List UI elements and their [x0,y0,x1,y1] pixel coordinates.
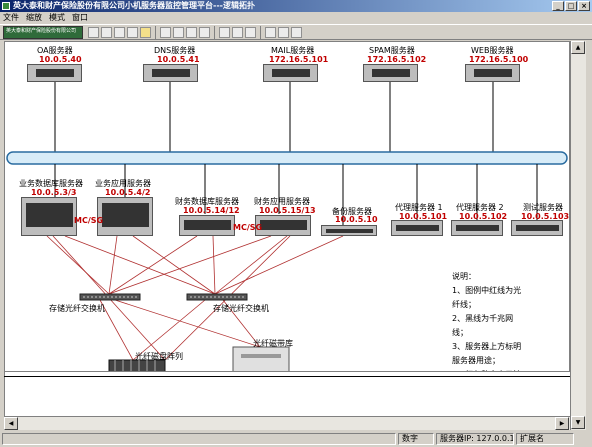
zoom-out-icon[interactable] [173,27,184,38]
company-logo: 英大泰和财产保险股份有限公司 [3,26,83,39]
server-fin-app-icon[interactable] [255,215,311,236]
network-backbone [6,151,568,165]
menu-window[interactable]: 窗口 [72,13,88,22]
list-view-icon[interactable] [114,27,125,38]
network-links-top [54,82,494,152]
server-ip-mail: 172.16.5.101 [269,55,329,64]
topology-canvas[interactable]: OA服务器 10.0.5.40 DNS服务器 10.0.5.41 MAIL服务器… [4,41,570,372]
toolbar-separator [260,26,261,39]
help-icon[interactable] [140,27,151,38]
server-fin-db-icon[interactable] [179,215,235,236]
server-proxy2-icon[interactable] [451,220,503,236]
server-ip-spam: 172.16.5.102 [367,55,427,64]
server-spam-icon[interactable] [363,64,418,82]
minimize-button[interactable]: _ [552,1,564,11]
scroll-right-icon[interactable]: ▶ [555,417,569,430]
zoom-area-icon[interactable] [199,27,210,38]
status-pane-main [2,433,396,445]
stop-icon[interactable] [291,27,302,38]
title-bar: 英大泰和财产保险股份有限公司小机服务器监控管理平台---逻辑拓扑 _ □ × [0,0,592,12]
table-view-icon[interactable] [88,27,99,38]
vertical-scrollbar[interactable]: ▲ ▼ [570,41,586,430]
server-backup-icon[interactable] [321,225,377,236]
status-mode: 数字 [398,433,434,445]
legend-note: 说明： 1、图例中红线为光 纤线； 2、黑线为千兆网 线； 3、服务器上方标明 … [452,272,522,371]
logo-text: 英大泰和财产保险股份有限公司 [6,28,77,34]
toolbar: 英大泰和财产保险股份有限公司 [0,24,592,40]
disk-array-label: 光纤磁盘阵列 [135,352,183,361]
zoom-in-icon[interactable] [160,27,171,38]
zoom-fit-icon[interactable] [186,27,197,38]
server-test-icon[interactable] [511,220,563,236]
scroll-up-icon[interactable]: ▲ [571,41,585,54]
server-ip-dns: 10.0.5.41 [157,55,200,64]
app-icon [2,2,10,10]
maximize-button[interactable]: □ [565,1,577,11]
scroll-left-icon[interactable]: ◀ [4,417,18,430]
tape-library-icon [232,346,290,371]
grid-view-icon[interactable] [101,27,112,38]
cluster-label-1: MC/SG [74,216,104,225]
server-ip-fin-app: 10.0.5.15/13 [259,206,316,215]
refresh-icon[interactable] [245,27,256,38]
window-title: 英大泰和财产保险股份有限公司小机服务器监控管理平台---逻辑拓扑 [13,1,255,10]
connect-icon[interactable] [232,27,243,38]
status-extra: 扩展名 [516,433,574,445]
menu-bar: 文件 缩放 模式 窗口 [0,12,592,24]
server-ip-oa: 10.0.5.40 [39,55,82,64]
cluster-label-2: MC/SG [233,223,263,232]
server-proxy1-icon[interactable] [391,220,443,236]
server-ip-biz-app: 10.0.5.4/2 [105,188,151,197]
status-bar: 数字 服务器IP: 127.0.0.1 扩展名 [0,431,592,447]
scroll-down-icon[interactable]: ▼ [571,416,585,429]
horizontal-scrollbar[interactable]: ◀ ▶ [4,416,570,430]
properties-icon[interactable] [127,27,138,38]
toolbar-separator [214,26,215,39]
server-ip-biz-db: 10.0.5.3/3 [31,188,77,197]
menu-mode[interactable]: 模式 [49,13,65,22]
server-ip-fin-db: 10.0.5.14/12 [183,206,240,215]
fiber-switches [79,293,248,301]
status-server-ip: 服务器IP: 127.0.0.1 [436,433,514,445]
menu-zoom[interactable]: 缩放 [26,13,42,22]
toolbar-separator [155,26,156,39]
server-biz-app-icon[interactable] [97,197,153,236]
canvas-border-line [4,376,570,377]
menu-file[interactable]: 文件 [3,13,19,22]
switch-label-2: 存储光纤交换机 [213,304,269,313]
tape-library-label: 光纤磁带库 [253,339,293,348]
save-icon[interactable] [278,27,289,38]
server-dns-icon[interactable] [143,64,198,82]
server-mail-icon[interactable] [263,64,318,82]
select-icon[interactable] [219,27,230,38]
close-button[interactable]: × [578,1,590,11]
server-ip-web: 172.16.5.100 [469,55,529,64]
server-web-icon[interactable] [465,64,520,82]
server-biz-db-icon[interactable] [21,197,77,236]
server-oa-icon[interactable] [27,64,82,82]
window-controls: _ □ × [552,1,590,11]
server-ip-backup: 10.0.5.10 [335,215,378,224]
switch-label-1: 存储光纤交换机 [49,304,105,313]
home-icon[interactable] [265,27,276,38]
